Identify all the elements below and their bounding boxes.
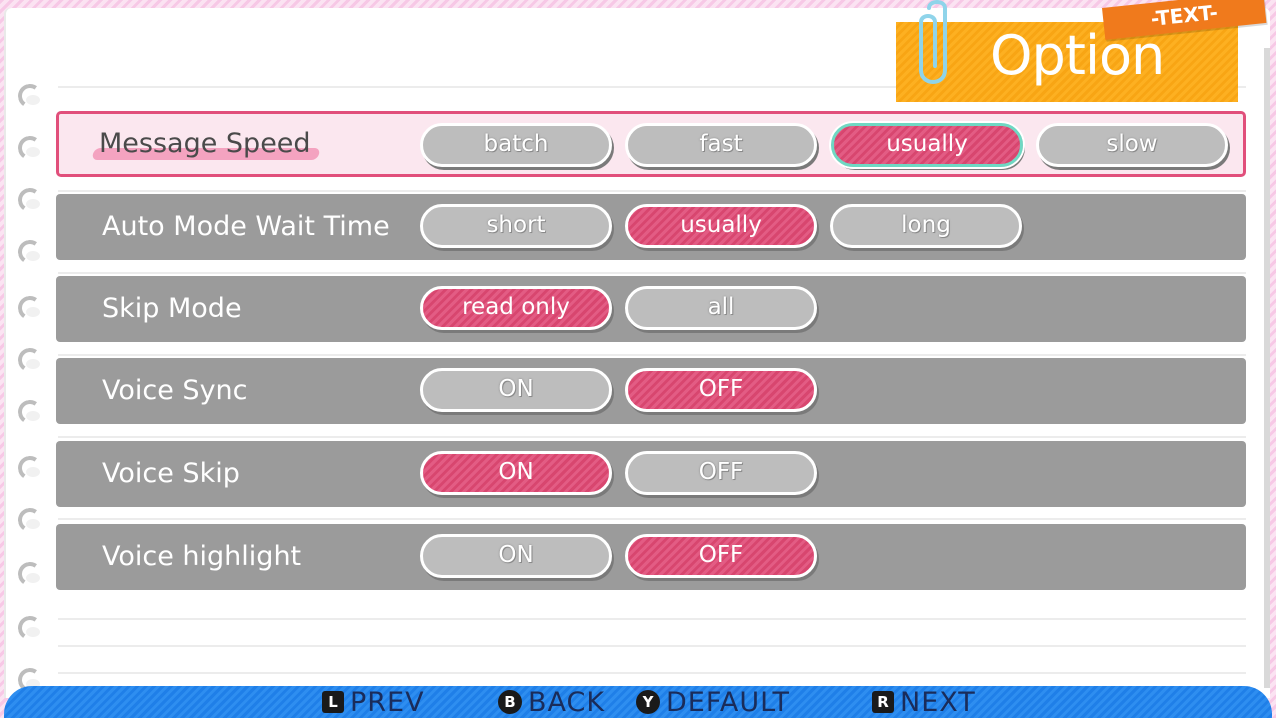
option-batch[interactable]: batch [420, 123, 612, 167]
ruled-line [58, 272, 1246, 274]
binder-ring-icon [16, 506, 44, 534]
ruled-line [58, 672, 1246, 674]
back-button[interactable]: B BACK [498, 686, 605, 718]
setting-row-voice-skip[interactable]: Voice Skip ON OFF [56, 441, 1246, 507]
ruled-line [58, 436, 1246, 438]
ruled-line [58, 518, 1246, 520]
binder-ring-icon [16, 294, 44, 322]
l-button-icon: L [322, 691, 344, 713]
binder-ring-icon [16, 398, 44, 426]
setting-label: Message Speed [99, 128, 311, 159]
option-on[interactable]: ON [420, 534, 612, 578]
setting-label: Voice Sync [102, 375, 248, 406]
default-label: DEFAULT [666, 686, 790, 718]
b-button-icon: B [498, 690, 522, 714]
binder-ring-icon [16, 614, 44, 642]
option-slow[interactable]: slow [1036, 123, 1228, 167]
option-usually[interactable]: usually [831, 123, 1023, 167]
setting-label: Voice highlight [102, 541, 302, 572]
option-usually[interactable]: usually [625, 204, 817, 248]
binder-ring-icon [16, 238, 44, 266]
setting-row-message-speed[interactable]: Message Speed batch fast usually slow [56, 111, 1246, 177]
option-on[interactable]: ON [420, 368, 612, 412]
option-read-only[interactable]: read only [420, 286, 612, 330]
setting-row-skip-mode[interactable]: Skip Mode read only all [56, 276, 1246, 342]
r-button-icon: R [872, 691, 894, 713]
option-fast[interactable]: fast [625, 123, 817, 167]
binder-ring-icon [16, 186, 44, 214]
binder-ring-icon [16, 560, 44, 588]
option-on[interactable]: ON [420, 451, 612, 495]
prev-label: PREV [350, 686, 425, 718]
ruled-line [58, 618, 1246, 620]
paperclip-icon [919, 0, 947, 84]
option-off[interactable]: OFF [625, 368, 817, 412]
setting-label: Skip Mode [102, 293, 242, 324]
binder-ring-icon [16, 82, 44, 110]
option-short[interactable]: short [420, 204, 612, 248]
binder-ring-icon [16, 346, 44, 374]
binder-ring-icon [16, 454, 44, 482]
page-edge [1264, 48, 1270, 688]
option-long[interactable]: long [830, 204, 1022, 248]
next-button[interactable]: R NEXT [872, 686, 976, 718]
default-button[interactable]: Y DEFAULT [636, 686, 790, 718]
binder-ring-icon [16, 134, 44, 162]
setting-label: Voice Skip [102, 458, 240, 489]
setting-label: Auto Mode Wait Time [102, 211, 390, 242]
y-button-icon: Y [636, 690, 660, 714]
ruled-line [58, 354, 1246, 356]
next-label: NEXT [900, 686, 976, 718]
setting-row-voice-sync[interactable]: Voice Sync ON OFF [56, 358, 1246, 424]
back-label: BACK [528, 686, 606, 718]
setting-row-auto-mode-wait-time[interactable]: Auto Mode Wait Time short usually long [56, 194, 1246, 260]
ruled-line [58, 645, 1246, 647]
option-off[interactable]: OFF [625, 534, 817, 578]
ruled-line [58, 190, 1246, 192]
option-off[interactable]: OFF [625, 451, 817, 495]
setting-row-voice-highlight[interactable]: Voice highlight ON OFF [56, 524, 1246, 590]
prev-button[interactable]: L PREV [322, 686, 425, 718]
option-all[interactable]: all [625, 286, 817, 330]
